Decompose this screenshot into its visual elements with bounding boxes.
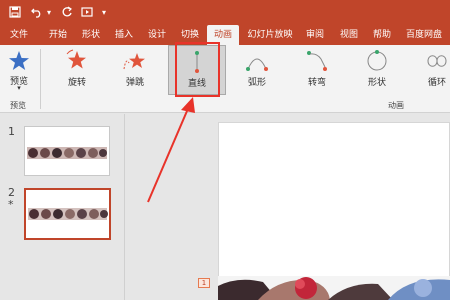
preview-group-label: 预览: [10, 101, 26, 110]
undo-icon[interactable]: [30, 4, 44, 20]
tab-home[interactable]: 开始: [45, 25, 71, 45]
spin-star-icon: [52, 49, 102, 73]
slide-thumbnail-1[interactable]: [24, 126, 110, 176]
present-from-beginning-icon[interactable]: [80, 4, 94, 20]
panel-divider: [124, 114, 125, 300]
animation-order-tag[interactable]: 1: [198, 278, 210, 288]
effect-label: 弧形: [247, 78, 266, 88]
slide-canvas[interactable]: [218, 122, 450, 300]
thumbnail-photo-strip: [28, 208, 108, 220]
tab-insert[interactable]: 插入: [111, 25, 137, 45]
effect-label: 弹跳: [125, 78, 144, 88]
effect-shape[interactable]: 形状: [352, 45, 402, 95]
tab-slideshow[interactable]: 幻灯片放映: [245, 25, 295, 45]
slide-animation-marker: *: [8, 198, 14, 211]
tab-shapes[interactable]: 形状: [78, 25, 104, 45]
effect-spin[interactable]: 旋转: [52, 45, 102, 95]
effect-label: 转弯: [307, 78, 326, 88]
preview-star-icon: [2, 49, 36, 73]
title-bar: ▾ ▾: [0, 0, 450, 25]
effect-bounce[interactable]: 弹跳: [110, 45, 160, 95]
group-divider: [40, 49, 41, 109]
shape-path-icon: [352, 49, 402, 73]
effect-arc[interactable]: 弧形: [234, 45, 280, 95]
animation-group-label: 动画: [388, 101, 404, 110]
loop-path-icon: [420, 49, 450, 73]
effect-label: 形状: [367, 78, 386, 88]
slide-thumbnail-2[interactable]: [24, 188, 111, 240]
redo-icon[interactable]: [60, 4, 74, 20]
effect-loop[interactable]: 循环: [420, 45, 450, 95]
ribbon-tab-bar: 文件 开始 形状 插入 设计 切换 动画 幻灯片放映 审阅 视图 帮助 百度网盘: [0, 25, 450, 45]
turn-path-icon: [292, 49, 342, 73]
undo-dropdown-icon[interactable]: ▾: [45, 4, 53, 20]
tab-review[interactable]: 审阅: [302, 25, 328, 45]
preview-dropdown-icon[interactable]: ▾: [2, 84, 36, 92]
customize-quick-access-icon[interactable]: ▾: [100, 4, 108, 20]
effect-label: 循环: [427, 78, 446, 88]
tab-view[interactable]: 视图: [336, 25, 362, 45]
effect-turn[interactable]: 转弯: [292, 45, 342, 95]
preview-button[interactable]: 预览 ▾: [2, 45, 36, 95]
animations-ribbon: 预览 ▾ 预览 旋转 弹跳 直线 弧形 转弯 形状 循环 动画: [0, 45, 450, 113]
highlight-box: [175, 42, 220, 97]
thumbnail-photo-strip: [27, 147, 107, 159]
tab-design[interactable]: 设计: [144, 25, 170, 45]
arc-path-icon: [234, 49, 280, 73]
tab-baidu-netdisk[interactable]: 百度网盘: [403, 25, 445, 45]
slide-photo[interactable]: [218, 276, 450, 300]
tab-file[interactable]: 文件: [6, 25, 32, 45]
tab-help[interactable]: 帮助: [369, 25, 395, 45]
bounce-star-icon: [110, 49, 160, 73]
slide-number: 1: [8, 125, 15, 138]
effect-label: 旋转: [67, 78, 86, 88]
save-icon[interactable]: [8, 4, 22, 20]
